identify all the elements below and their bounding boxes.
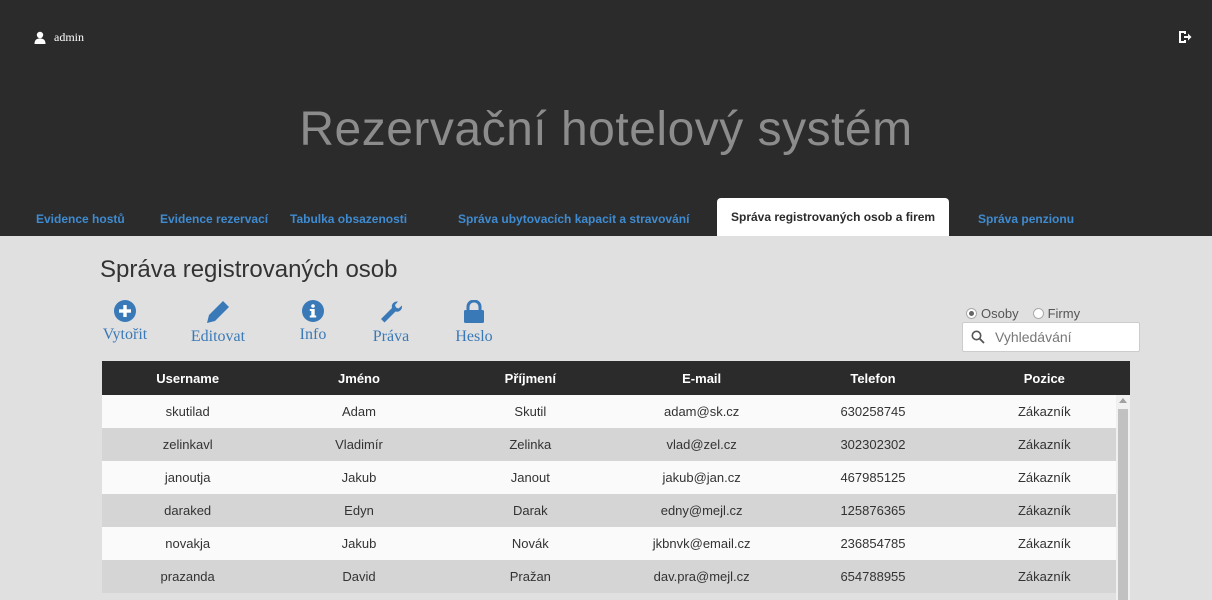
create-label: Vytořit bbox=[102, 326, 148, 343]
entity-filter: Osoby Firmy bbox=[966, 306, 1080, 321]
table-row[interactable]: janoutja Jakub Janout jakub@jan.cz 46798… bbox=[102, 461, 1130, 494]
cell-phone: 467985125 bbox=[840, 470, 906, 485]
cell-username: daraked bbox=[164, 503, 212, 518]
cell-email: jakub@jan.cz bbox=[662, 470, 741, 485]
create-button[interactable]: Vytořit bbox=[100, 300, 150, 344]
column-header-phone[interactable]: Telefon bbox=[787, 361, 958, 395]
users-table: Username Jméno Příjmení E-mail Telefon P… bbox=[102, 361, 1130, 593]
cell-phone: 236854785 bbox=[840, 536, 906, 551]
cell-first-name: Edyn bbox=[344, 503, 374, 518]
cell-username: zelinkavl bbox=[162, 437, 213, 452]
cell-last-name: Novák bbox=[511, 536, 549, 551]
plus-circle-icon bbox=[114, 300, 136, 322]
wrench-icon bbox=[381, 301, 403, 323]
companies-label: Firmy bbox=[1047, 306, 1081, 321]
filter-persons-option[interactable]: Osoby bbox=[966, 306, 1019, 321]
column-header-email[interactable]: E-mail bbox=[616, 361, 787, 395]
info-icon bbox=[302, 300, 324, 322]
page-title: Správa registrovaných osob bbox=[100, 256, 398, 283]
tab-sprava-penzionu[interactable]: Správa penzionu bbox=[978, 202, 1074, 236]
cell-email: adam@sk.cz bbox=[663, 404, 740, 419]
user-icon bbox=[34, 31, 46, 44]
user-menu[interactable]: admin bbox=[34, 28, 84, 46]
tab-tabulka-obsazenosti[interactable]: Tabulka obsazenosti bbox=[290, 202, 407, 236]
column-header-username[interactable]: Username bbox=[102, 361, 273, 395]
search-icon bbox=[971, 330, 985, 344]
info-label: Info bbox=[299, 326, 327, 343]
lock-icon bbox=[464, 300, 484, 323]
tab-evidence-hostu[interactable]: Evidence hostů bbox=[36, 202, 125, 236]
cell-email: edny@mejl.cz bbox=[660, 503, 743, 518]
cell-first-name: David bbox=[342, 569, 376, 584]
filter-companies-option[interactable]: Firmy bbox=[1032, 306, 1081, 321]
top-bar: admin bbox=[0, 0, 1212, 58]
cell-position: Zákazník bbox=[1017, 404, 1071, 419]
tab-sprava-osob-firem[interactable]: Správa registrovaných osob a firem bbox=[717, 198, 950, 236]
cell-first-name: Adam bbox=[342, 404, 376, 419]
edit-label: Editovat bbox=[190, 328, 246, 345]
table-row[interactable]: zelinkavl Vladimír Zelinka vlad@zel.cz 3… bbox=[102, 428, 1130, 461]
cell-position: Zákazník bbox=[1017, 470, 1071, 485]
cell-last-name: Pražan bbox=[509, 569, 551, 584]
cell-position: Zákazník bbox=[1017, 569, 1071, 584]
scroll-up-arrow-icon[interactable] bbox=[1119, 398, 1127, 403]
persons-radio[interactable] bbox=[966, 308, 977, 319]
cell-last-name: Zelinka bbox=[509, 437, 552, 452]
cell-first-name: Jakub bbox=[341, 470, 377, 485]
table-scrollbar[interactable] bbox=[1116, 395, 1130, 600]
cell-last-name: Darak bbox=[512, 503, 548, 518]
cell-username: janoutja bbox=[164, 470, 211, 485]
cell-phone: 302302302 bbox=[840, 437, 906, 452]
cell-position: Zákazník bbox=[1017, 503, 1071, 518]
cell-username: skutilad bbox=[165, 404, 210, 419]
app-title: Rezervační hotelový systém bbox=[299, 103, 913, 156]
password-label: Heslo bbox=[455, 328, 493, 345]
tab-evidence-rezervaci[interactable]: Evidence rezervací bbox=[160, 202, 268, 236]
table-row[interactable]: skutilad Adam Skutil adam@sk.cz 63025874… bbox=[102, 395, 1130, 428]
cell-email: vlad@zel.cz bbox=[666, 437, 737, 452]
table-row[interactable]: daraked Edyn Darak edny@mejl.cz 12587636… bbox=[102, 494, 1130, 527]
search-input[interactable] bbox=[995, 329, 1135, 345]
rights-label: Práva bbox=[372, 328, 410, 345]
cell-email: jkbnvk@email.cz bbox=[652, 536, 751, 551]
cell-phone: 654788955 bbox=[840, 569, 906, 584]
info-button[interactable]: Info bbox=[296, 300, 330, 344]
tab-sprava-kapacit[interactable]: Správa ubytovacích kapacit a stravování bbox=[458, 202, 689, 236]
cell-email: dav.pra@mejl.cz bbox=[653, 569, 750, 584]
column-header-position[interactable]: Pozice bbox=[959, 361, 1130, 395]
cell-last-name: Janout bbox=[510, 470, 550, 485]
column-header-last-name[interactable]: Příjmení bbox=[445, 361, 616, 395]
logout-icon[interactable] bbox=[1178, 30, 1192, 44]
cell-first-name: Vladimír bbox=[335, 437, 383, 452]
pencil-icon bbox=[207, 301, 229, 323]
cell-phone: 125876365 bbox=[840, 503, 906, 518]
username: admin bbox=[54, 29, 84, 44]
companies-radio[interactable] bbox=[1032, 308, 1044, 319]
cell-phone: 630258745 bbox=[840, 404, 906, 419]
hero-banner: Rezervační hotelový systém Evidence host… bbox=[0, 58, 1212, 236]
main-navigation: Evidence hostů Evidence rezervací Tabulk… bbox=[0, 198, 1212, 236]
password-button[interactable]: Heslo bbox=[452, 300, 496, 346]
cell-last-name: Skutil bbox=[514, 404, 547, 419]
table-row[interactable]: prazanda David Pražan dav.pra@mejl.cz 65… bbox=[102, 560, 1130, 593]
table-row[interactable]: novakja Jakub Novák jkbnvk@email.cz 2368… bbox=[102, 527, 1130, 560]
cell-first-name: Jakub bbox=[341, 536, 377, 551]
main-content: Správa registrovaných osob Vytořit Edito… bbox=[0, 236, 1212, 600]
cell-position: Zákazník bbox=[1017, 437, 1071, 452]
table-header-row: Username Jméno Příjmení E-mail Telefon P… bbox=[102, 361, 1130, 395]
edit-button[interactable]: Editovat bbox=[178, 300, 258, 346]
scrollbar-thumb[interactable] bbox=[1118, 409, 1128, 600]
search-box bbox=[962, 322, 1140, 352]
cell-username: prazanda bbox=[160, 569, 215, 584]
cell-username: novakja bbox=[165, 536, 211, 551]
rights-button[interactable]: Práva bbox=[368, 300, 414, 346]
column-header-first-name[interactable]: Jméno bbox=[273, 361, 444, 395]
persons-label: Osoby bbox=[981, 306, 1019, 321]
cell-position: Zákazník bbox=[1017, 536, 1071, 551]
